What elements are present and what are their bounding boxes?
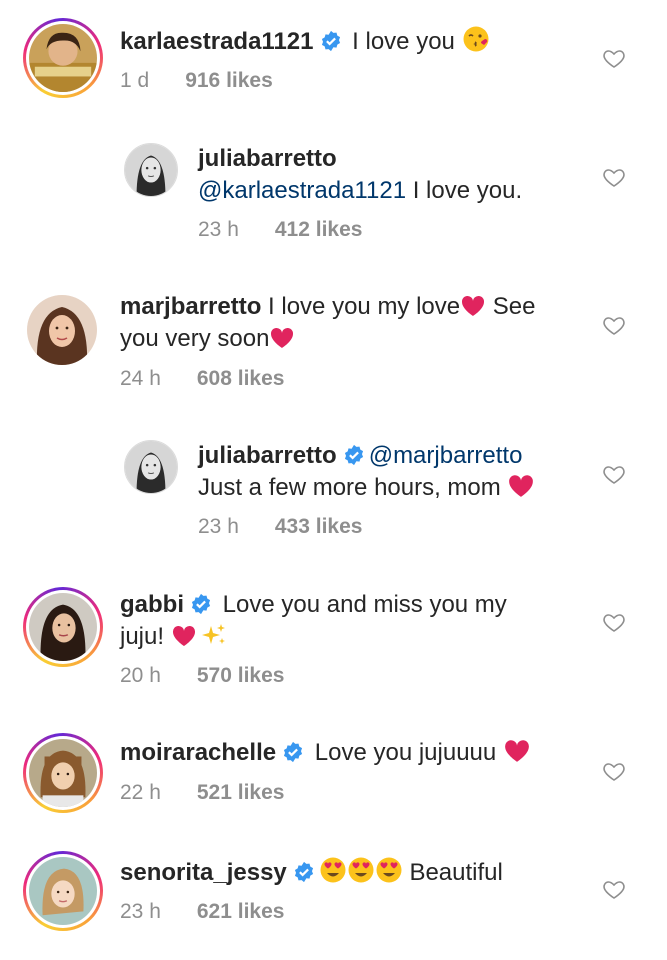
comment-text-line2: you very soon	[120, 325, 270, 352]
avatar-juliabarretto[interactable]	[124, 440, 178, 494]
likes-count[interactable]: 412 likes	[275, 218, 363, 242]
like-heart-icon[interactable]	[602, 313, 626, 337]
timestamp: 23 h	[198, 515, 239, 538]
comment-body: gabbi Love you and miss you my juju!	[120, 589, 590, 653]
comment-text: I love you.	[406, 177, 523, 204]
username[interactable]: karlaestrada1121	[120, 28, 314, 55]
verified-badge-icon	[294, 861, 313, 883]
comment-body: juliabarretto @marjbarretto Just a few mo…	[198, 440, 598, 504]
like-heart-icon[interactable]	[602, 46, 626, 70]
comment-body: juliabarretto @karlaestrada1121 I love y…	[198, 143, 588, 207]
red-heart-emoji-icon	[171, 624, 197, 648]
heart-eyes-emoji-icon	[319, 856, 347, 884]
mention-link[interactable]: @karlaestrada1121	[198, 177, 406, 204]
likes-count[interactable]: 621 likes	[197, 900, 285, 924]
verified-badge-icon	[191, 593, 211, 615]
red-heart-emoji-icon	[507, 473, 535, 499]
comment-meta: 24 h 608 likes	[120, 367, 284, 391]
avatar-image	[29, 24, 97, 92]
like-heart-icon[interactable]	[602, 759, 626, 783]
verified-badge-icon	[284, 741, 303, 763]
comment-meta: 22 h 521 likes	[120, 781, 284, 805]
comment-body: karlaestrada1121 I love you	[120, 25, 590, 58]
like-heart-icon[interactable]	[602, 165, 626, 189]
avatar-marjbarretto[interactable]	[27, 295, 97, 365]
avatar-image	[29, 593, 97, 661]
comment-meta: 1 d 916 likes	[120, 69, 273, 93]
username[interactable]: juliabarretto	[198, 145, 337, 172]
sparkles-emoji-icon	[201, 622, 227, 648]
comment-text: I love you	[345, 28, 462, 55]
timestamp: 24 h	[120, 367, 161, 390]
timestamp: 20 h	[120, 664, 161, 687]
comment-text: Just a few more hours, mom	[198, 474, 508, 501]
username[interactable]: marjbarretto	[120, 293, 261, 320]
comment-body: senorita_jessy Beautiful	[120, 856, 590, 889]
avatar-image	[29, 857, 97, 925]
red-heart-emoji-icon	[503, 738, 531, 764]
likes-count[interactable]: 608 likes	[197, 367, 285, 391]
avatar-image	[125, 441, 177, 493]
avatar-senorita-jessy[interactable]	[23, 851, 103, 931]
heart-eyes-emoji-icon	[347, 856, 375, 884]
likes-count[interactable]: 433 likes	[275, 515, 363, 539]
comment-text-cont: See	[486, 293, 536, 320]
red-heart-emoji-icon	[269, 326, 295, 350]
verified-badge-icon	[344, 444, 363, 466]
comment-text: I love you my love	[261, 293, 461, 320]
timestamp: 22 h	[120, 781, 161, 804]
timestamp: 1 d	[120, 69, 150, 92]
comment-meta: 23 h 412 likes	[198, 218, 362, 242]
heart-eyes-emoji-icon	[375, 856, 403, 884]
likes-count[interactable]: 570 likes	[197, 664, 285, 688]
comment-body: moirarachelle Love you jujuuuu	[120, 737, 590, 769]
like-heart-icon[interactable]	[602, 462, 626, 486]
timestamp: 23 h	[198, 218, 239, 241]
avatar-image	[125, 144, 177, 196]
comment-meta: 20 h 570 likes	[120, 664, 284, 688]
comment-text: Love you and miss you my	[216, 591, 507, 618]
kiss-face-emoji-icon	[462, 25, 490, 53]
likes-count[interactable]: 521 likes	[197, 781, 285, 805]
comment-text: Love you jujuuuu	[308, 739, 503, 766]
comment-text: Beautiful	[402, 859, 503, 886]
timestamp: 23 h	[120, 900, 161, 923]
comment-meta: 23 h 621 likes	[120, 900, 284, 924]
comment-body: marjbarretto I love you my love See you …	[120, 291, 590, 355]
username[interactable]: senorita_jessy	[120, 859, 287, 886]
username[interactable]: gabbi	[120, 591, 184, 618]
mention-link[interactable]: @marjbarretto	[369, 442, 523, 469]
red-heart-emoji-icon	[460, 294, 486, 318]
verified-badge-icon	[321, 30, 340, 52]
likes-count[interactable]: 916 likes	[185, 69, 273, 93]
avatar-juliabarretto[interactable]	[124, 143, 178, 197]
avatar-karlaestrada1121[interactable]	[23, 18, 103, 98]
comment-text-line2: juju!	[120, 623, 171, 650]
username[interactable]: juliabarretto	[198, 442, 337, 469]
like-heart-icon[interactable]	[602, 877, 626, 901]
avatar-image	[29, 739, 97, 807]
avatar-gabbi[interactable]	[23, 587, 103, 667]
avatar-image	[27, 295, 97, 365]
avatar-moirarachelle[interactable]	[23, 733, 103, 813]
like-heart-icon[interactable]	[602, 610, 626, 634]
username[interactable]: moirarachelle	[120, 739, 276, 766]
comment-meta: 23 h 433 likes	[198, 515, 362, 539]
